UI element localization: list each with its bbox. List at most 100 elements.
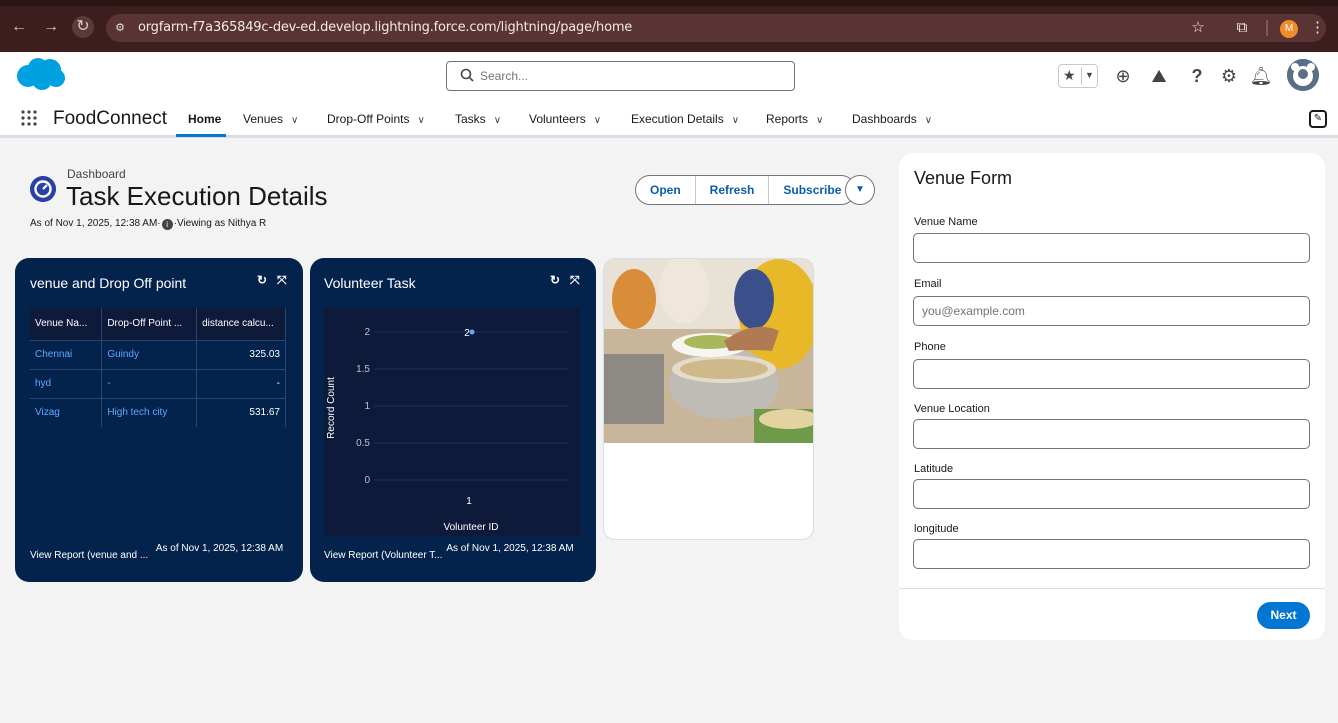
column-header[interactable]: Drop-Off Point ...: [101, 308, 198, 340]
venue-dropoff-table: Venue Na... Drop-Off Point ... distance …: [30, 308, 286, 427]
column-header[interactable]: distance calcu...: [196, 308, 286, 340]
chevron-down-icon[interactable]: ∨: [594, 115, 601, 126]
y-tick-label: 2: [364, 327, 370, 338]
reload-icon[interactable]: ↻: [72, 16, 94, 38]
nav-tab-label: Execution Details: [631, 112, 724, 126]
next-button[interactable]: Next: [1257, 602, 1310, 629]
email-input[interactable]: [913, 296, 1310, 326]
forward-icon[interactable]: →: [40, 16, 62, 38]
view-report-link[interactable]: View Report (Volunteer T...: [324, 550, 443, 561]
nav-tab-home[interactable]: Home: [188, 112, 221, 126]
venue-name-cell[interactable]: Chennai: [30, 339, 103, 369]
nav-tab-dashboards[interactable]: Dashboards ∨: [852, 112, 932, 126]
dashboard-type-label: Dashboard: [67, 167, 126, 181]
chart-svg: 2 1.5 1 0.5 0 1 2 Record Count Volunteer ID: [326, 327, 568, 533]
edit-nav-pencil-icon[interactable]: ✎: [1309, 110, 1327, 128]
x-axis-label: Volunteer ID: [443, 522, 498, 533]
chevron-down-icon[interactable]: ∨: [417, 115, 424, 126]
dropoff-point-cell[interactable]: High tech city: [101, 397, 198, 427]
chevron-down-icon[interactable]: ∨: [732, 115, 739, 126]
help-icon[interactable]: ?: [1184, 63, 1210, 89]
longitude-input[interactable]: [913, 539, 1310, 569]
volunteer-task-chart: 2 1.5 1 0.5 0 1 2 Record Count Volunteer ID: [324, 308, 580, 536]
bookmark-star-icon[interactable]: ☆: [1188, 17, 1208, 39]
venue-name-cell[interactable]: hyd: [30, 368, 103, 398]
browser-menu-icon[interactable]: ⋮: [1310, 17, 1325, 39]
trailhead-icon[interactable]: ⛰: [1146, 63, 1172, 89]
nav-tab-execution-details[interactable]: Execution Details ∨: [631, 112, 739, 126]
y-tick-label: 1: [364, 401, 370, 412]
widget-refresh-icon[interactable]: ↻: [550, 273, 560, 287]
y-tick-label: 0.5: [356, 438, 370, 449]
back-icon[interactable]: ←: [8, 16, 30, 38]
setup-gear-icon[interactable]: ⚙: [1216, 63, 1242, 89]
dashboard-button-group: Open Refresh Subscribe: [635, 175, 857, 205]
widget-expand-icon[interactable]: ⤧: [570, 273, 580, 288]
latitude-input[interactable]: [913, 479, 1310, 509]
venue-name-cell[interactable]: Vizag: [30, 397, 103, 427]
chevron-down-icon[interactable]: ∨: [291, 115, 298, 126]
venue-name-label: Venue Name: [914, 216, 978, 228]
active-tab-indicator: [176, 134, 226, 137]
distance-cell: 325.03: [196, 339, 286, 369]
refresh-button[interactable]: Refresh: [696, 176, 770, 204]
y-axis-label: Record Count: [326, 377, 337, 439]
view-report-link[interactable]: View Report (venue and ...: [30, 550, 148, 561]
widget-refresh-icon[interactable]: ↻: [257, 273, 267, 287]
notifications-bell-icon[interactable]: 🔔︎: [1248, 63, 1274, 89]
venue-location-label: Venue Location: [914, 403, 990, 415]
chevron-down-icon[interactable]: ∨: [816, 115, 823, 126]
favorites-divider: [1081, 67, 1082, 85]
nav-tab-drop-off-points[interactable]: Drop-Off Points ∨: [327, 112, 425, 126]
column-header[interactable]: Venue Na...: [30, 308, 103, 340]
table-row: hyd - -: [30, 368, 286, 398]
table-row: Chennai Guindy 325.03: [30, 339, 286, 369]
nav-tab-reports[interactable]: Reports ∨: [766, 112, 823, 126]
distance-cell: -: [196, 368, 286, 398]
more-actions-dropdown-icon[interactable]: ▼: [845, 175, 875, 205]
venue-name-input[interactable]: [913, 233, 1310, 263]
salesforce-logo-icon[interactable]: [14, 56, 66, 92]
nav-tab-venues[interactable]: Venues ∨: [243, 112, 298, 126]
nav-tab-label: Reports: [766, 112, 809, 126]
favorites-button[interactable]: ★ ▼: [1058, 64, 1098, 88]
widget-title: venue and Drop Off point: [30, 275, 187, 291]
search-icon: [460, 68, 474, 82]
nav-tab-label: Drop-Off Points: [327, 112, 410, 126]
toolbar-divider: [1266, 20, 1268, 36]
distance-cell: 531.67: [196, 397, 286, 427]
extensions-icon[interactable]: ⧉: [1232, 17, 1252, 39]
star-icon: ★: [1063, 67, 1076, 83]
user-avatar[interactable]: [1287, 59, 1319, 91]
phone-input[interactable]: [913, 359, 1310, 389]
open-button[interactable]: Open: [636, 176, 696, 204]
nav-tab-label: Home: [188, 112, 222, 126]
form-footer-divider: [899, 588, 1325, 589]
info-icon[interactable]: i: [161, 219, 173, 230]
y-tick-label: 0: [364, 475, 370, 486]
data-point[interactable]: [469, 329, 475, 335]
dropoff-point-cell[interactable]: Guindy: [101, 339, 198, 369]
dashboard-gauge-icon: [30, 176, 56, 202]
url-text[interactable]: orgfarm-f7a365849c-dev-ed.develop.lightn…: [138, 20, 632, 35]
data-label: 2: [464, 328, 470, 339]
latitude-label: Latitude: [914, 463, 954, 475]
y-tick-label: 1.5: [356, 364, 370, 375]
app-launcher-icon[interactable]: [20, 109, 38, 127]
site-settings-icon[interactable]: ⚙: [110, 18, 130, 38]
email-label: Email: [914, 278, 942, 290]
nav-tab-volunteers[interactable]: Volunteers ∨: [529, 112, 601, 126]
widget-expand-icon[interactable]: ⤧: [277, 273, 287, 288]
subscribe-button[interactable]: Subscribe: [769, 176, 855, 204]
profile-avatar[interactable]: M: [1280, 20, 1298, 38]
longitude-label: longitude: [914, 523, 959, 535]
chevron-down-icon[interactable]: ∨: [925, 115, 932, 126]
nav-tab-tasks[interactable]: Tasks ∨: [455, 112, 501, 126]
table-header-row: Venue Na... Drop-Off Point ... distance …: [30, 308, 286, 340]
widget-title: Volunteer Task: [324, 275, 416, 291]
search-input[interactable]: [480, 69, 780, 83]
global-actions-icon[interactable]: ⊕: [1110, 63, 1136, 89]
chevron-down-icon[interactable]: ∨: [494, 115, 501, 126]
venue-location-input[interactable]: [913, 419, 1310, 449]
nav-tab-label: Venues: [243, 112, 284, 126]
